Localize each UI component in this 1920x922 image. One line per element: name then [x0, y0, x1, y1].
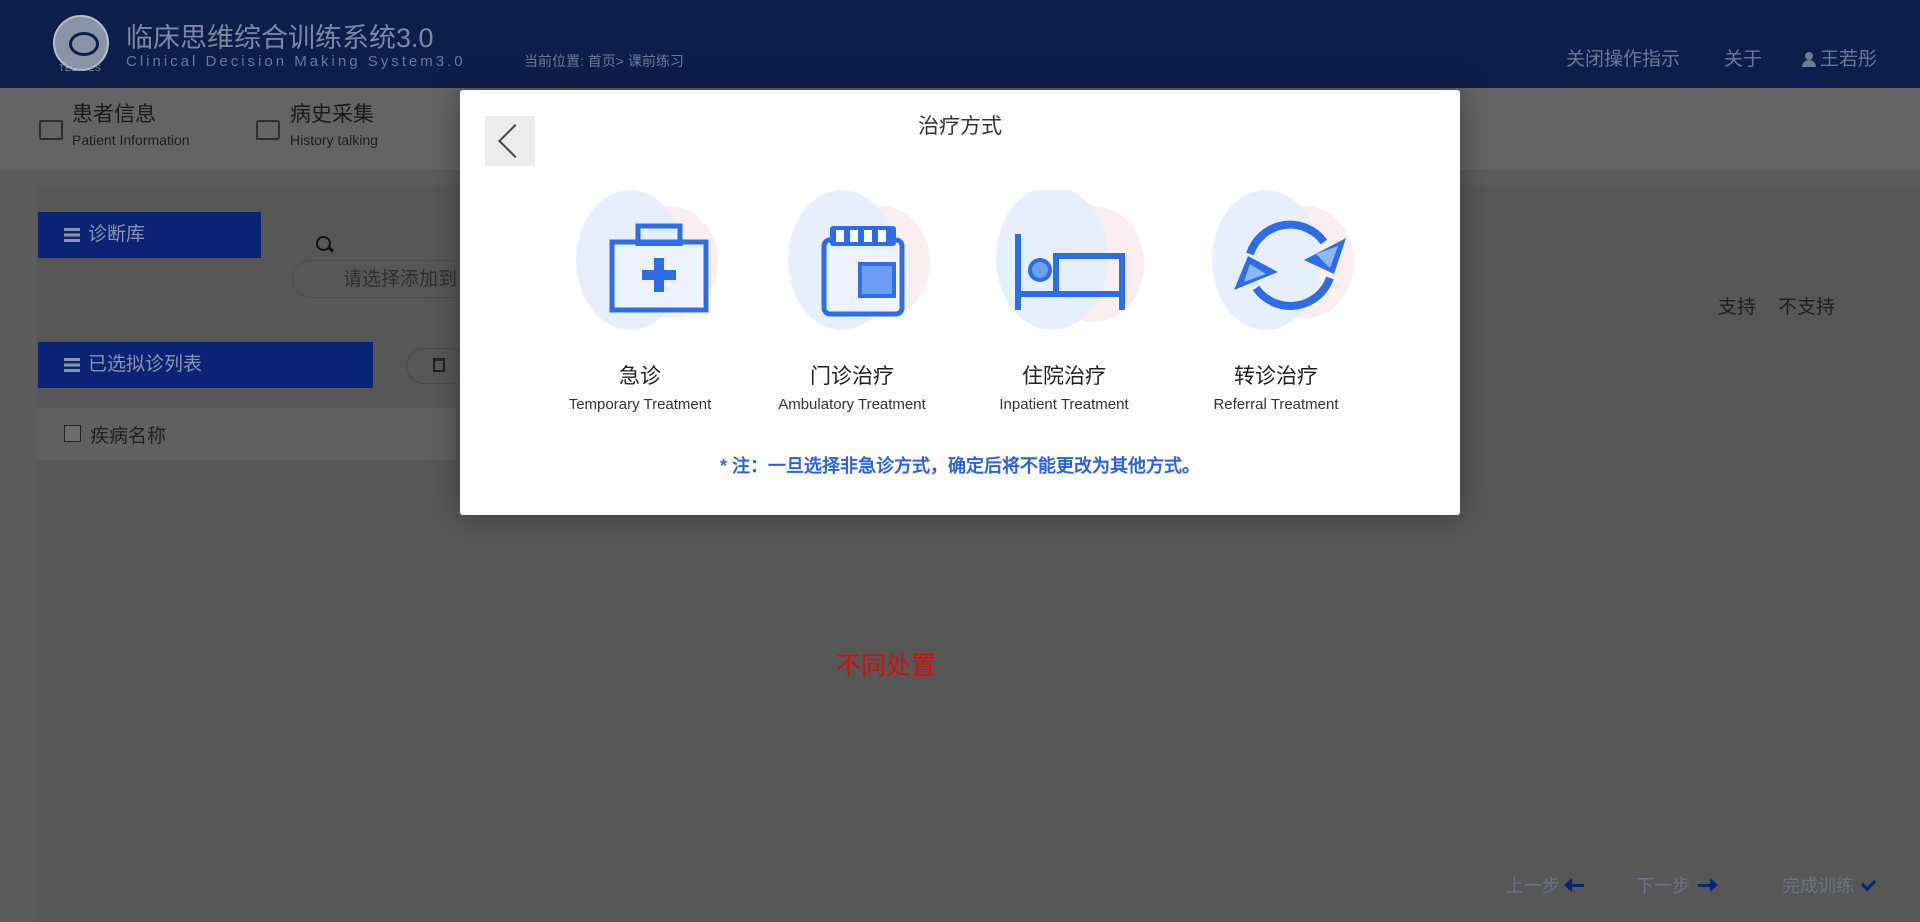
tab-sublabel: History talking [290, 132, 378, 148]
select-all-checkbox[interactable] [64, 425, 81, 442]
finish-training-button[interactable]: 完成训练 [1782, 872, 1877, 898]
close-guide-link[interactable]: 关闭操作指示 [1566, 44, 1680, 71]
app-subtitle: Clinical Decision Making System3.0 [126, 53, 466, 70]
list-icon [64, 228, 80, 242]
medicine-bottle-icon [788, 190, 930, 330]
breadcrumb: 当前位置: 首页> 课前练习 [524, 53, 684, 69]
chat-icon [256, 120, 280, 140]
hint-text: 不同处置 [836, 652, 937, 680]
first-aid-kit-icon [576, 190, 718, 330]
tab-sublabel: Patient Information [72, 132, 190, 148]
option-emergency[interactable]: 急诊 Temporary Treatment [540, 190, 740, 413]
option-label: 急诊 [619, 365, 661, 388]
delete-button[interactable] [406, 348, 468, 384]
selected-diagnosis-header: 已选拟诊列表 [38, 342, 373, 388]
diagnosis-table-header: 疾病名称 [36, 408, 456, 460]
user-menu[interactable]: 王若彤 [1802, 44, 1877, 71]
tab-label: 病史采集 [290, 103, 374, 126]
user-icon [1802, 52, 1816, 67]
diagnosis-library-label: 诊断库 [88, 224, 146, 245]
diagnosis-library-header[interactable]: 诊断库 [38, 212, 261, 258]
modal-title: 治疗方式 [918, 115, 1002, 138]
modal-note: * 注：一旦选择非急诊方式，确定后将不能更改为其他方式。 [719, 456, 1200, 476]
about-link[interactable]: 关于 [1724, 44, 1762, 71]
logo-text: TELLYES [59, 63, 102, 73]
treatment-modal: 治疗方式 急诊 Temporary Treatment 门诊治疗 Ambulat… [460, 90, 1460, 515]
option-sublabel: Temporary Treatment [568, 396, 712, 413]
option-outpatient[interactable]: 门诊治疗 Ambulatory Treatment [752, 190, 952, 413]
column-not-support: 不支持 [1778, 297, 1836, 318]
option-referral[interactable]: 转诊治疗 Referral Treatment [1176, 190, 1376, 413]
option-inpatient[interactable]: 住院治疗 Inpatient Treatment [964, 190, 1164, 413]
tab-label: 患者信息 [72, 103, 156, 126]
selected-diagnosis-label: 已选拟诊列表 [88, 354, 203, 375]
option-label: 转诊治疗 [1234, 365, 1318, 388]
column-disease-name: 疾病名称 [90, 426, 167, 447]
search-icon [316, 236, 331, 251]
option-sublabel: Inpatient Treatment [999, 396, 1129, 413]
prev-step-button[interactable]: 上一步 [1506, 872, 1584, 898]
option-label: 门诊治疗 [810, 365, 894, 388]
list-icon [64, 358, 80, 372]
finish-training-label: 完成训练 [1782, 876, 1854, 896]
hospital-bed-icon [996, 190, 1144, 330]
arrow-right-icon [1698, 877, 1718, 892]
arrow-left-icon [1564, 877, 1584, 892]
next-step-label: 下一步 [1636, 876, 1690, 896]
trash-icon [433, 358, 445, 372]
user-name: 王若彤 [1820, 49, 1878, 70]
option-sublabel: Ambulatory Treatment [778, 396, 926, 413]
option-sublabel: Referral Treatment [1213, 396, 1339, 413]
app-title: 临床思维综合训练系统3.0 [126, 23, 434, 53]
referral-cycle-icon [1212, 190, 1354, 330]
option-label: 住院治疗 [1022, 365, 1106, 388]
check-icon [1860, 875, 1877, 891]
next-step-button[interactable]: 下一步 [1636, 872, 1718, 898]
column-support: 支持 [1718, 297, 1757, 318]
id-card-icon [39, 120, 63, 140]
app-header: TELLYES 临床思维综合训练系统3.0 Clinical Decision … [0, 0, 1920, 88]
prev-step-label: 上一步 [1506, 876, 1560, 896]
